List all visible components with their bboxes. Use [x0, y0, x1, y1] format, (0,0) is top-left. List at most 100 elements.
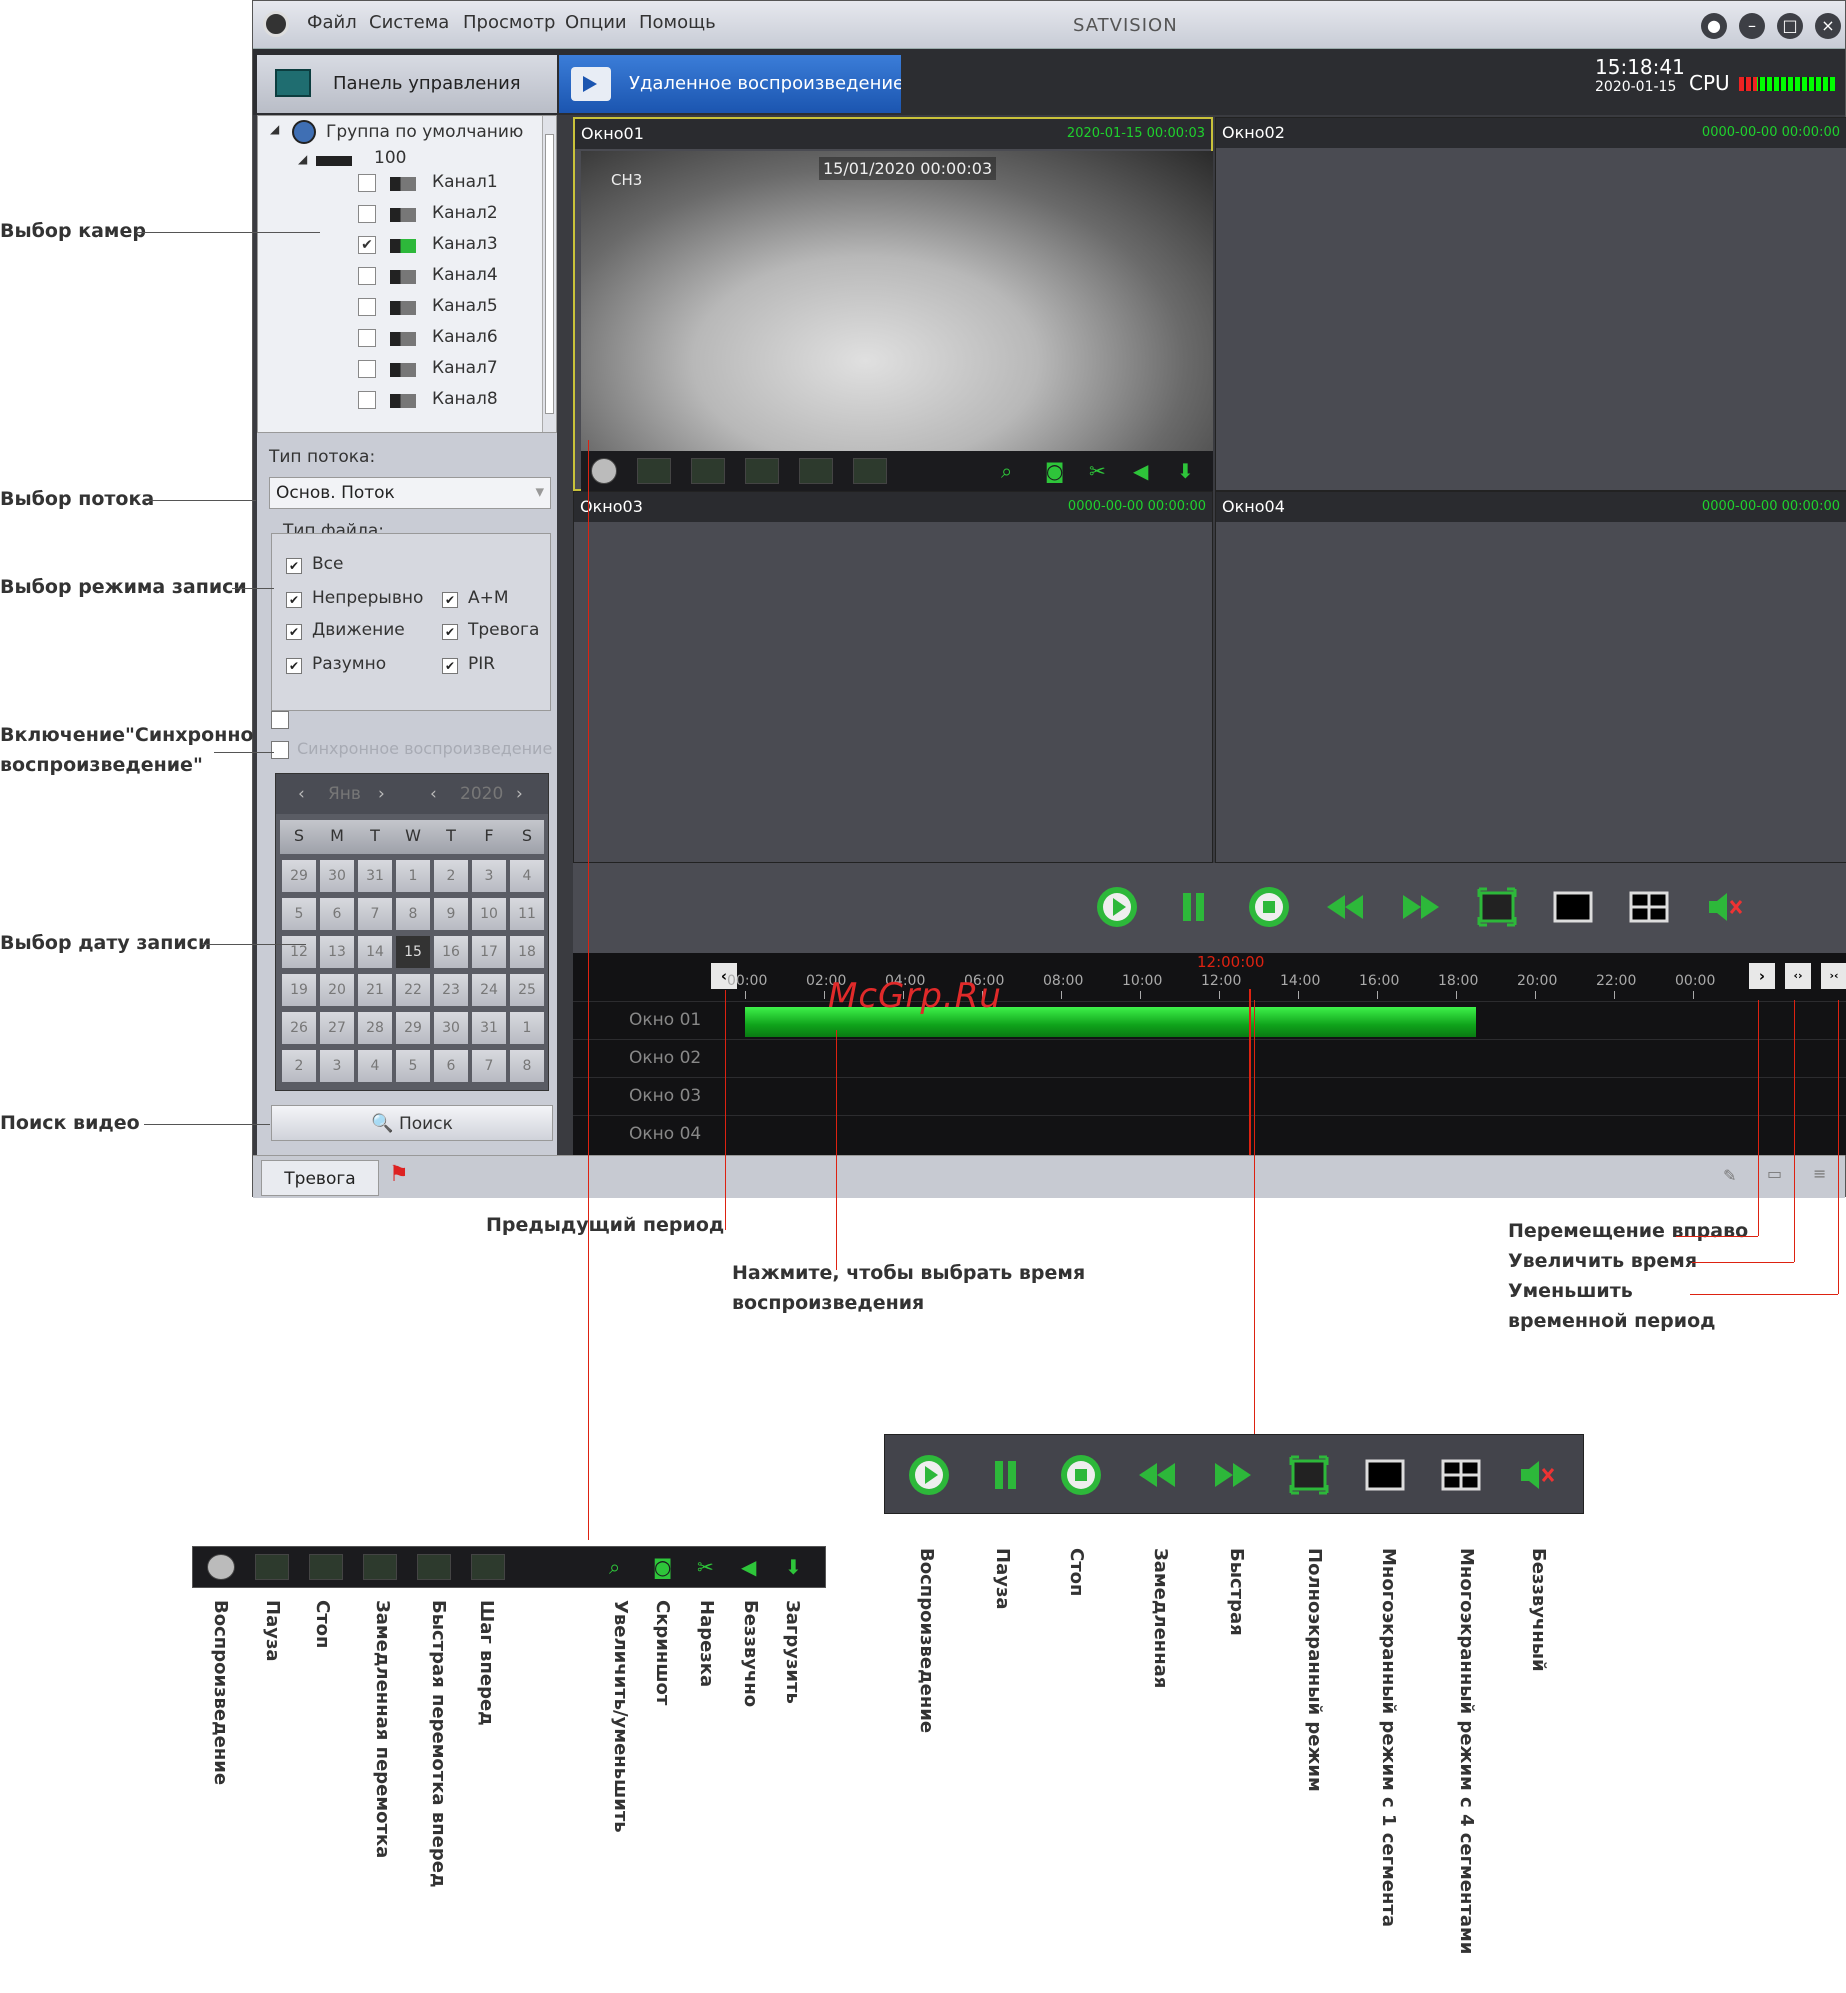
calendar-day[interactable]: 4 — [510, 860, 544, 892]
calendar-day[interactable]: 23 — [434, 974, 468, 1006]
single-screen-icon[interactable] — [1551, 885, 1595, 929]
minimize-icon[interactable]: – — [1739, 13, 1765, 39]
window-zoom-icon[interactable]: ⌕ — [1001, 459, 1012, 483]
alarm-tab[interactable]: Тревога — [261, 1160, 379, 1196]
sync-playback-checkbox[interactable] — [271, 741, 289, 759]
calendar-day[interactable]: 5 — [396, 1050, 430, 1082]
calendar-day[interactable]: 17 — [472, 936, 506, 968]
timeline-row[interactable]: Окно 04 — [573, 1115, 1846, 1153]
close-icon[interactable]: × — [1815, 13, 1841, 39]
calendar-day[interactable]: 16 — [434, 936, 468, 968]
timeline-cursor[interactable] — [1249, 989, 1251, 1155]
channel-label[interactable]: Канал6 — [432, 327, 498, 347]
calendar-day[interactable]: 19 — [282, 974, 316, 1006]
menu-file[interactable]: Файл — [307, 12, 357, 33]
next-month-icon[interactable]: › — [378, 784, 385, 804]
video-window-2[interactable]: Окно02 0000-00-00 00:00:00 — [1215, 117, 1846, 491]
menu-options[interactable]: Опции — [565, 12, 627, 33]
collapse-icon[interactable]: ◢ — [298, 152, 307, 166]
channel-label[interactable]: Канал4 — [432, 265, 498, 285]
channel-label[interactable]: Канал5 — [432, 296, 498, 316]
zoom-out-time-button[interactable]: ›‹ — [1821, 963, 1846, 989]
filetype-all-checkbox[interactable]: ✔ — [286, 558, 302, 574]
channel-checkbox[interactable] — [358, 329, 376, 347]
calendar-day[interactable]: 31 — [358, 860, 392, 892]
menu-view[interactable]: Просмотр — [463, 12, 555, 33]
calendar-day[interactable]: 10 — [472, 898, 506, 930]
window-play-icon[interactable] — [591, 458, 617, 484]
quad-screen-icon[interactable] — [1627, 885, 1671, 929]
calendar-day[interactable]: 27 — [320, 1012, 354, 1044]
fullscreen-icon[interactable] — [1475, 885, 1519, 929]
calendar-day[interactable]: 1 — [396, 860, 430, 892]
calendar-day[interactable]: 21 — [358, 974, 392, 1006]
prev-month-icon[interactable]: ‹ — [298, 784, 305, 804]
calendar-day[interactable]: 22 — [396, 974, 430, 1006]
stream-type-select[interactable]: Основ. Поток — [269, 477, 551, 509]
pause-icon[interactable] — [1171, 885, 1215, 929]
settings-icon[interactable]: ● — [1701, 13, 1727, 39]
window-icon[interactable]: ▭ — [1767, 1164, 1782, 1183]
calendar-day[interactable]: 28 — [358, 1012, 392, 1044]
calendar-day[interactable]: 6 — [320, 898, 354, 930]
calendar-day[interactable]: 30 — [320, 860, 354, 892]
collapse-icon[interactable]: ◢ — [270, 122, 279, 136]
filetype-continuous-checkbox[interactable]: ✔ — [286, 592, 302, 608]
menu-system[interactable]: Система — [369, 12, 449, 33]
filetype-smart-checkbox[interactable]: ✔ — [286, 658, 302, 674]
channel-label[interactable]: Канал3 — [432, 234, 498, 254]
pin-icon[interactable]: ✎ — [1723, 1166, 1736, 1185]
channel-label[interactable]: Канал2 — [432, 203, 498, 223]
calendar-day[interactable]: 18 — [510, 936, 544, 968]
video-window-1[interactable]: Окно01 2020-01-15 00:00:03 15/01/2020 00… — [573, 117, 1213, 491]
channel-label[interactable]: Канал7 — [432, 358, 498, 378]
calendar-month[interactable]: Янв — [328, 784, 361, 804]
channel-checkbox[interactable] — [358, 298, 376, 316]
window-snapshot-icon[interactable]: ◙ — [1045, 459, 1064, 483]
calendar-day[interactable]: 13 — [320, 936, 354, 968]
calendar-day[interactable]: 26 — [282, 1012, 316, 1044]
zoom-in-time-button[interactable]: ‹› — [1785, 963, 1811, 989]
channel-checkbox[interactable] — [358, 174, 376, 192]
calendar-day[interactable]: 29 — [396, 1012, 430, 1044]
tree-group[interactable]: Группа по умолчанию — [326, 122, 523, 142]
channel-label[interactable]: Канал8 — [432, 389, 498, 409]
calendar-day[interactable]: 6 — [434, 1050, 468, 1082]
stop-icon[interactable] — [1247, 885, 1291, 929]
maximize-icon[interactable]: □ — [1777, 13, 1803, 39]
calendar-day[interactable]: 2 — [434, 860, 468, 892]
calendar-day[interactable]: 24 — [472, 974, 506, 1006]
calendar-day[interactable]: 20 — [320, 974, 354, 1006]
scroll-thumb[interactable] — [545, 134, 554, 414]
channel-label[interactable]: Канал1 — [432, 172, 498, 192]
window-step-icon[interactable] — [853, 458, 887, 484]
calendar-day[interactable]: 5 — [282, 898, 316, 930]
camera-video-frame[interactable]: 15/01/2020 00:00:03 CH3 — [581, 151, 1213, 451]
channel-checkbox[interactable] — [358, 267, 376, 285]
mute-icon[interactable] — [1703, 885, 1747, 929]
filetype-am-checkbox[interactable]: ✔ — [442, 592, 458, 608]
calendar-day[interactable]: 30 — [434, 1012, 468, 1044]
window-download-icon[interactable]: ⬇ — [1177, 459, 1194, 483]
rewind-icon[interactable] — [1323, 885, 1367, 929]
channel-checkbox[interactable]: ✔ — [358, 236, 376, 254]
calendar-day[interactable]: 3 — [472, 860, 506, 892]
calendar-day[interactable]: 4 — [358, 1050, 392, 1082]
calendar-day[interactable]: 11 — [510, 898, 544, 930]
calendar-day[interactable]: 8 — [396, 898, 430, 930]
window-stop-icon[interactable] — [691, 458, 725, 484]
tab-control-panel[interactable]: Панель управления — [257, 55, 557, 113]
calendar-day[interactable]: 25 — [510, 974, 544, 1006]
tree-scrollbar[interactable] — [542, 116, 556, 432]
calendar-day[interactable]: 3 — [320, 1050, 354, 1082]
alarm-icon[interactable]: ⚑ — [389, 1162, 409, 1187]
calendar-year[interactable]: 2020 — [460, 784, 503, 804]
list-icon[interactable]: ≡ — [1813, 1164, 1826, 1183]
prev-year-icon[interactable]: ‹ — [430, 784, 437, 804]
window-slow-icon[interactable] — [745, 458, 779, 484]
calendar-day[interactable]: 31 — [472, 1012, 506, 1044]
tree-device[interactable]: 100 — [374, 148, 406, 168]
window-fast-icon[interactable] — [799, 458, 833, 484]
hidden-option-checkbox[interactable] — [271, 711, 289, 729]
move-right-button[interactable]: › — [1749, 963, 1775, 989]
